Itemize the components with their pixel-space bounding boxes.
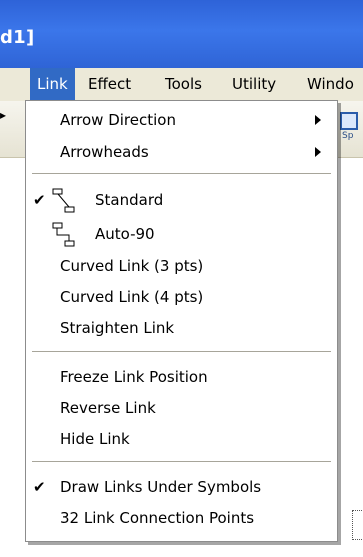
- menu-item-label: Curved Link (4 pts): [60, 288, 204, 306]
- menu-bar: Link Effect Tools Utility Windo: [0, 68, 363, 102]
- menu-item-label: Curved Link (3 pts): [60, 257, 204, 275]
- menu-separator: [32, 351, 331, 353]
- link-menu-dropdown: Arrow Direction Arrowheads ✔ Standard Au…: [25, 100, 338, 542]
- menu-window[interactable]: Windo: [300, 68, 361, 101]
- submenu-arrow-icon: [315, 147, 321, 157]
- menu-item-straighten-link[interactable]: Straighten Link: [26, 313, 337, 343]
- menu-item-curved-link-4[interactable]: Curved Link (4 pts): [26, 282, 337, 312]
- menu-item-label: 32 Link Connection Points: [60, 509, 255, 527]
- menu-item-reverse-link[interactable]: Reverse Link: [26, 393, 337, 423]
- menu-item-label: Arrowheads: [60, 143, 149, 161]
- menu-item-label: Freeze Link Position: [60, 368, 208, 386]
- title-bar: d1]: [0, 0, 363, 69]
- menu-utility[interactable]: Utility: [225, 68, 283, 101]
- canvas-selection-outline: [352, 510, 363, 540]
- window-title: d1]: [0, 27, 35, 48]
- menu-separator: [32, 461, 331, 463]
- checkmark-icon: ✔: [33, 191, 46, 209]
- menu-item-standard[interactable]: ✔ Standard: [26, 185, 337, 215]
- menu-link[interactable]: Link: [30, 68, 75, 101]
- speed-button-icon[interactable]: [340, 112, 358, 130]
- menu-item-label: Auto-90: [95, 225, 155, 243]
- menu-separator: [32, 173, 331, 175]
- checkmark-icon: ✔: [33, 478, 46, 496]
- submenu-arrow-icon: [315, 115, 321, 125]
- menu-item-label: Straighten Link: [60, 319, 175, 337]
- menu-item-hide-link[interactable]: Hide Link: [26, 424, 337, 454]
- toolbar-button-label: Sp: [342, 131, 354, 141]
- menu-item-label: Reverse Link: [60, 399, 156, 417]
- menu-item-draw-links-under-symbols[interactable]: ✔ Draw Links Under Symbols: [26, 472, 337, 502]
- menu-item-label: Hide Link: [60, 430, 130, 448]
- menu-item-32-link-connection-points[interactable]: 32 Link Connection Points: [26, 503, 337, 533]
- standard-link-icon: [52, 188, 75, 213]
- menu-item-auto-90[interactable]: Auto-90: [26, 219, 337, 249]
- toolbar-edge-marker: ▸: [0, 108, 7, 122]
- menu-effect[interactable]: Effect: [81, 68, 138, 101]
- menu-item-label: Draw Links Under Symbols: [60, 478, 262, 496]
- menu-item-freeze-link-position[interactable]: Freeze Link Position: [26, 362, 337, 392]
- menu-item-arrowheads[interactable]: Arrowheads: [26, 137, 337, 167]
- menu-item-arrow-direction[interactable]: Arrow Direction: [26, 105, 337, 135]
- menu-tools[interactable]: Tools: [158, 68, 209, 101]
- menu-item-label: Arrow Direction: [60, 111, 176, 129]
- auto-90-link-icon: [52, 222, 75, 247]
- app-window: d1] Link Effect Tools Utility Windo ▸ Sp…: [0, 0, 363, 557]
- menu-item-label: Standard: [95, 191, 164, 209]
- menu-item-curved-link-3[interactable]: Curved Link (3 pts): [26, 251, 337, 281]
